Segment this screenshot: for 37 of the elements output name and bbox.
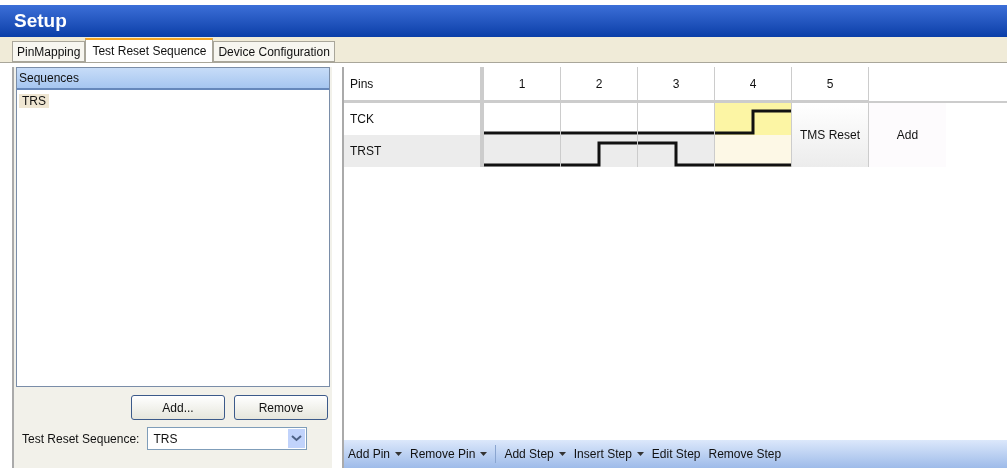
waveform-cell[interactable] <box>638 135 715 167</box>
caret-icon <box>480 452 488 456</box>
column-header[interactable]: 1 <box>484 67 561 101</box>
column-header[interactable]: 3 <box>638 67 715 101</box>
toolbar-button[interactable]: Insert Step <box>573 445 644 463</box>
caret-icon <box>636 452 644 456</box>
list-header: Sequences <box>17 68 329 90</box>
waveform-cell[interactable] <box>484 103 561 135</box>
add-step-button[interactable]: Add <box>869 103 946 167</box>
dialog-button[interactable]: Add... <box>131 395 225 420</box>
tab[interactable]: Device Configuration <box>213 41 335 62</box>
waveform-cell[interactable] <box>561 135 638 167</box>
caret-icon <box>558 452 566 456</box>
caret-icon <box>395 452 403 456</box>
toolbar-button[interactable]: Add Pin <box>348 445 403 463</box>
step-action-cell[interactable]: TMS Reset <box>792 103 869 167</box>
toolbar-button[interactable]: Remove Pin <box>410 445 488 463</box>
list-item[interactable]: TRS <box>19 94 49 108</box>
toolbar-button[interactable]: Remove Step <box>708 445 782 463</box>
window-title: Setup <box>0 5 1007 37</box>
waveform-cell[interactable] <box>484 135 561 167</box>
sequence-dropdown[interactable]: TRS <box>147 427 308 450</box>
tab[interactable]: PinMapping <box>12 41 86 62</box>
waveform-cell[interactable] <box>715 135 792 167</box>
toolbar-button[interactable]: Edit Step <box>651 445 701 463</box>
field-label: Test Reset Sequence: <box>22 430 140 448</box>
pin-name-cell[interactable]: TRST <box>344 135 484 167</box>
chevron-down-icon <box>288 429 306 448</box>
waveform-cell[interactable] <box>561 103 638 135</box>
column-header[interactable]: 2 <box>561 67 638 101</box>
column-header[interactable]: 5 <box>792 67 869 101</box>
waveform-cell[interactable] <box>715 103 792 135</box>
column-header[interactable]: 4 <box>715 67 792 101</box>
tab[interactable]: Test Reset Sequence <box>85 38 214 62</box>
waveform-cell[interactable] <box>638 103 715 135</box>
dialog-button[interactable]: Remove <box>234 395 328 420</box>
toolbar-button[interactable]: Add Step <box>504 445 566 463</box>
